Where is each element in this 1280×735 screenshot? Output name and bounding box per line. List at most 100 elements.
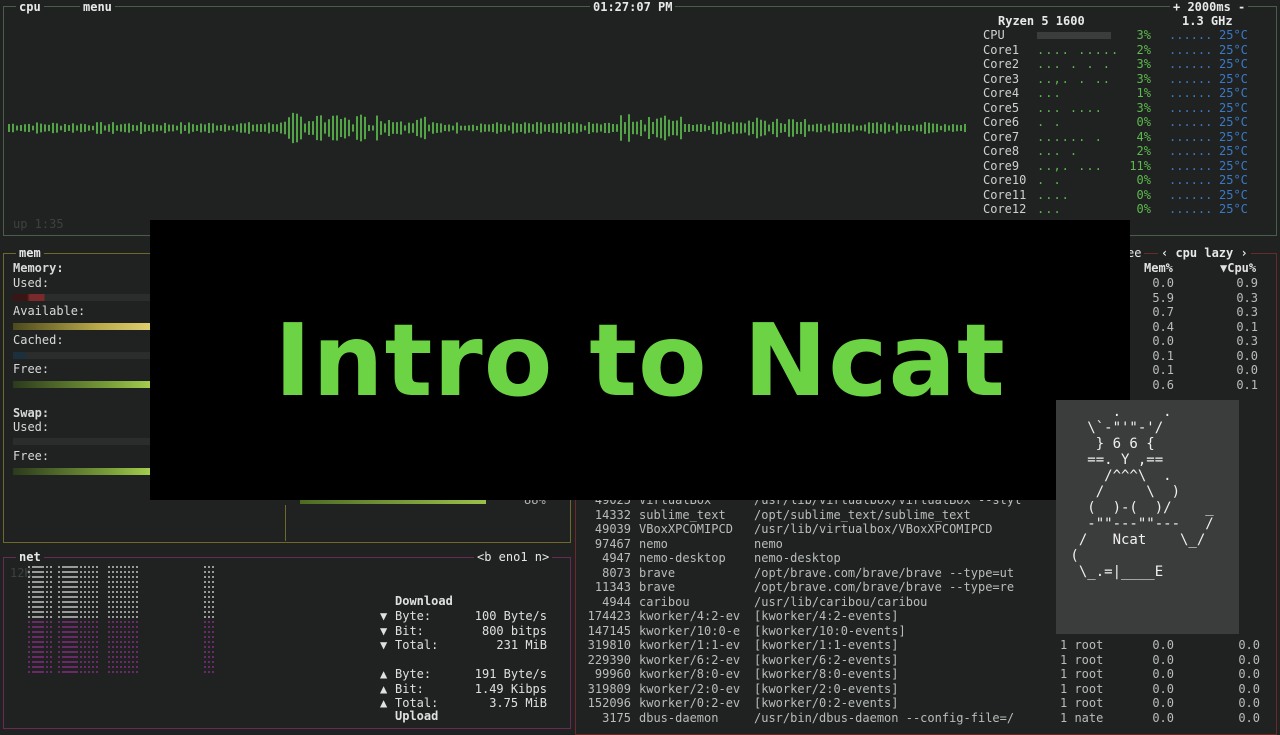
update-interval[interactable]: + 2000ms - — [1170, 0, 1249, 14]
net-graph-dot — [74, 581, 76, 583]
cpu-graph-column — [796, 121, 798, 135]
net-graph-dot — [120, 591, 122, 593]
net-graph-dot — [132, 571, 134, 573]
cpu-graph-column — [756, 117, 758, 139]
net-graph-dot — [128, 566, 130, 568]
net-graph-dot — [116, 656, 118, 658]
net-graph-dot — [80, 606, 82, 608]
net-graph-dot — [76, 596, 78, 598]
menu-button[interactable]: menu — [80, 0, 115, 14]
net-graph-dot — [116, 596, 118, 598]
net-graph-dot — [68, 661, 70, 663]
process-cpu: 0.0 — [1238, 696, 1260, 710]
core-temp-graph: ...... — [1169, 57, 1213, 71]
net-graph-dot — [32, 581, 34, 583]
net-graph-dot — [64, 581, 66, 583]
cpu-graph-column — [444, 124, 446, 132]
net-graph-dot — [96, 576, 98, 578]
process-row[interactable]: 229390 kworker/6:2-ev [kworker/6:2-events]… — [578, 653, 1268, 667]
net-graph-dot — [136, 586, 138, 588]
cpu-graph-column — [356, 116, 358, 140]
net-graph-dot — [92, 631, 94, 633]
net-graph-dot — [34, 666, 36, 668]
cpu-graph-column — [292, 112, 294, 144]
cpu-box-label[interactable]: cpu — [16, 0, 44, 14]
net-graph-dot — [64, 626, 66, 628]
net-graph-dot — [38, 616, 40, 618]
net-graph-dot — [64, 656, 66, 658]
net-graph-dot — [108, 651, 110, 653]
net-graph-dot — [92, 661, 94, 663]
cpu-graph-column — [544, 124, 546, 132]
net-graph-dot — [120, 646, 122, 648]
process-user: 1 nate — [1060, 710, 1104, 725]
mem-box-label[interactable]: mem — [16, 246, 44, 260]
side-cpu: 0.0 — [1236, 348, 1258, 363]
net-graph-dot — [128, 586, 130, 588]
col-mem-header[interactable]: Mem% — [1144, 261, 1173, 275]
net-graph-dot — [66, 651, 68, 653]
net-stat-value: 800 bitps — [481, 623, 547, 638]
process-row[interactable]: 152096 kworker/0:2-ev [kworker/0:2-events]… — [578, 696, 1268, 710]
net-graph-dot — [108, 626, 110, 628]
net-graph-dot — [72, 656, 74, 658]
net-graph-dot — [46, 621, 48, 623]
net-stat-value: 231 MiB — [496, 638, 547, 652]
net-graph-dot — [46, 581, 48, 583]
net-graph-dot — [50, 656, 52, 658]
net-box-label[interactable]: net — [16, 550, 44, 564]
col-cpu-header[interactable]: ▼Cpu% — [1220, 261, 1256, 275]
cpu-graph-column — [84, 124, 86, 132]
sort-selector[interactable]: ‹ cpu lazy › — [1158, 246, 1251, 260]
cpu-graph-column — [600, 124, 602, 132]
net-graph-dot — [58, 621, 60, 623]
net-graph-dot — [80, 631, 82, 633]
net-graph-dot — [136, 606, 138, 608]
net-graph-dot — [80, 636, 82, 638]
core-percent: 0% — [1136, 187, 1151, 202]
process-row[interactable]: 99960 kworker/8:0-ev [kworker/8:0-events] 1… — [578, 667, 1268, 681]
net-stat-key: Byte: — [395, 609, 432, 623]
net-graph-dot — [74, 596, 76, 598]
net-graph-dot — [88, 671, 90, 673]
net-graph-dot — [46, 616, 48, 618]
cpu-graph-column — [612, 123, 614, 133]
net-graph-dot — [208, 616, 210, 618]
net-graph-dot — [74, 651, 76, 653]
net-graph-dot — [70, 636, 72, 638]
net-graph-dot — [212, 646, 214, 648]
cpu-graph-column — [160, 125, 162, 131]
net-graph-dot — [58, 571, 60, 573]
cpu-graph-column — [396, 122, 398, 134]
cpu-graph-column — [8, 124, 10, 132]
net-graph-dot — [112, 626, 114, 628]
cpu-graph-column — [140, 122, 142, 134]
net-graph-dot — [212, 621, 214, 623]
process-row[interactable]: 319810 kworker/1:1-ev [kworker/1:1-events]… — [578, 638, 1268, 652]
net-graph-dot — [124, 601, 126, 603]
cpu-graph-column — [868, 122, 870, 134]
cpu-graph-column — [252, 124, 254, 132]
net-graph-dot — [212, 616, 214, 618]
net-graph-dot — [74, 631, 76, 633]
interface-selector[interactable]: <b eno1 n> — [474, 550, 553, 564]
net-graph-dot — [40, 576, 42, 578]
cpu-graph-column — [948, 125, 950, 131]
net-graph-dot — [136, 621, 138, 623]
cpu-graph-column — [632, 121, 634, 135]
net-graph-dot — [204, 611, 206, 613]
cpu-graph-column — [308, 121, 310, 135]
process-row[interactable]: 319809 kworker/2:0-ev [kworker/2:0-events]… — [578, 682, 1268, 696]
net-graph-dot — [50, 611, 52, 613]
net-graph-dot — [88, 631, 90, 633]
cpu-graph-column — [236, 124, 238, 132]
process-row[interactable]: 3175 dbus-daemon/usr/bin/dbus-daemon --co… — [578, 711, 1268, 725]
process-command: /usr/bin/dbus-daemon --config-file=/ — [754, 710, 1015, 725]
cpu-graph-column — [12, 123, 14, 133]
cpu-graph-column — [680, 116, 682, 140]
net-graph-dot — [132, 616, 134, 618]
net-graph-dot — [80, 666, 82, 668]
net-graph-dot — [70, 661, 72, 663]
net-graph-dot — [204, 661, 206, 663]
cpu-graph-column — [524, 122, 526, 134]
